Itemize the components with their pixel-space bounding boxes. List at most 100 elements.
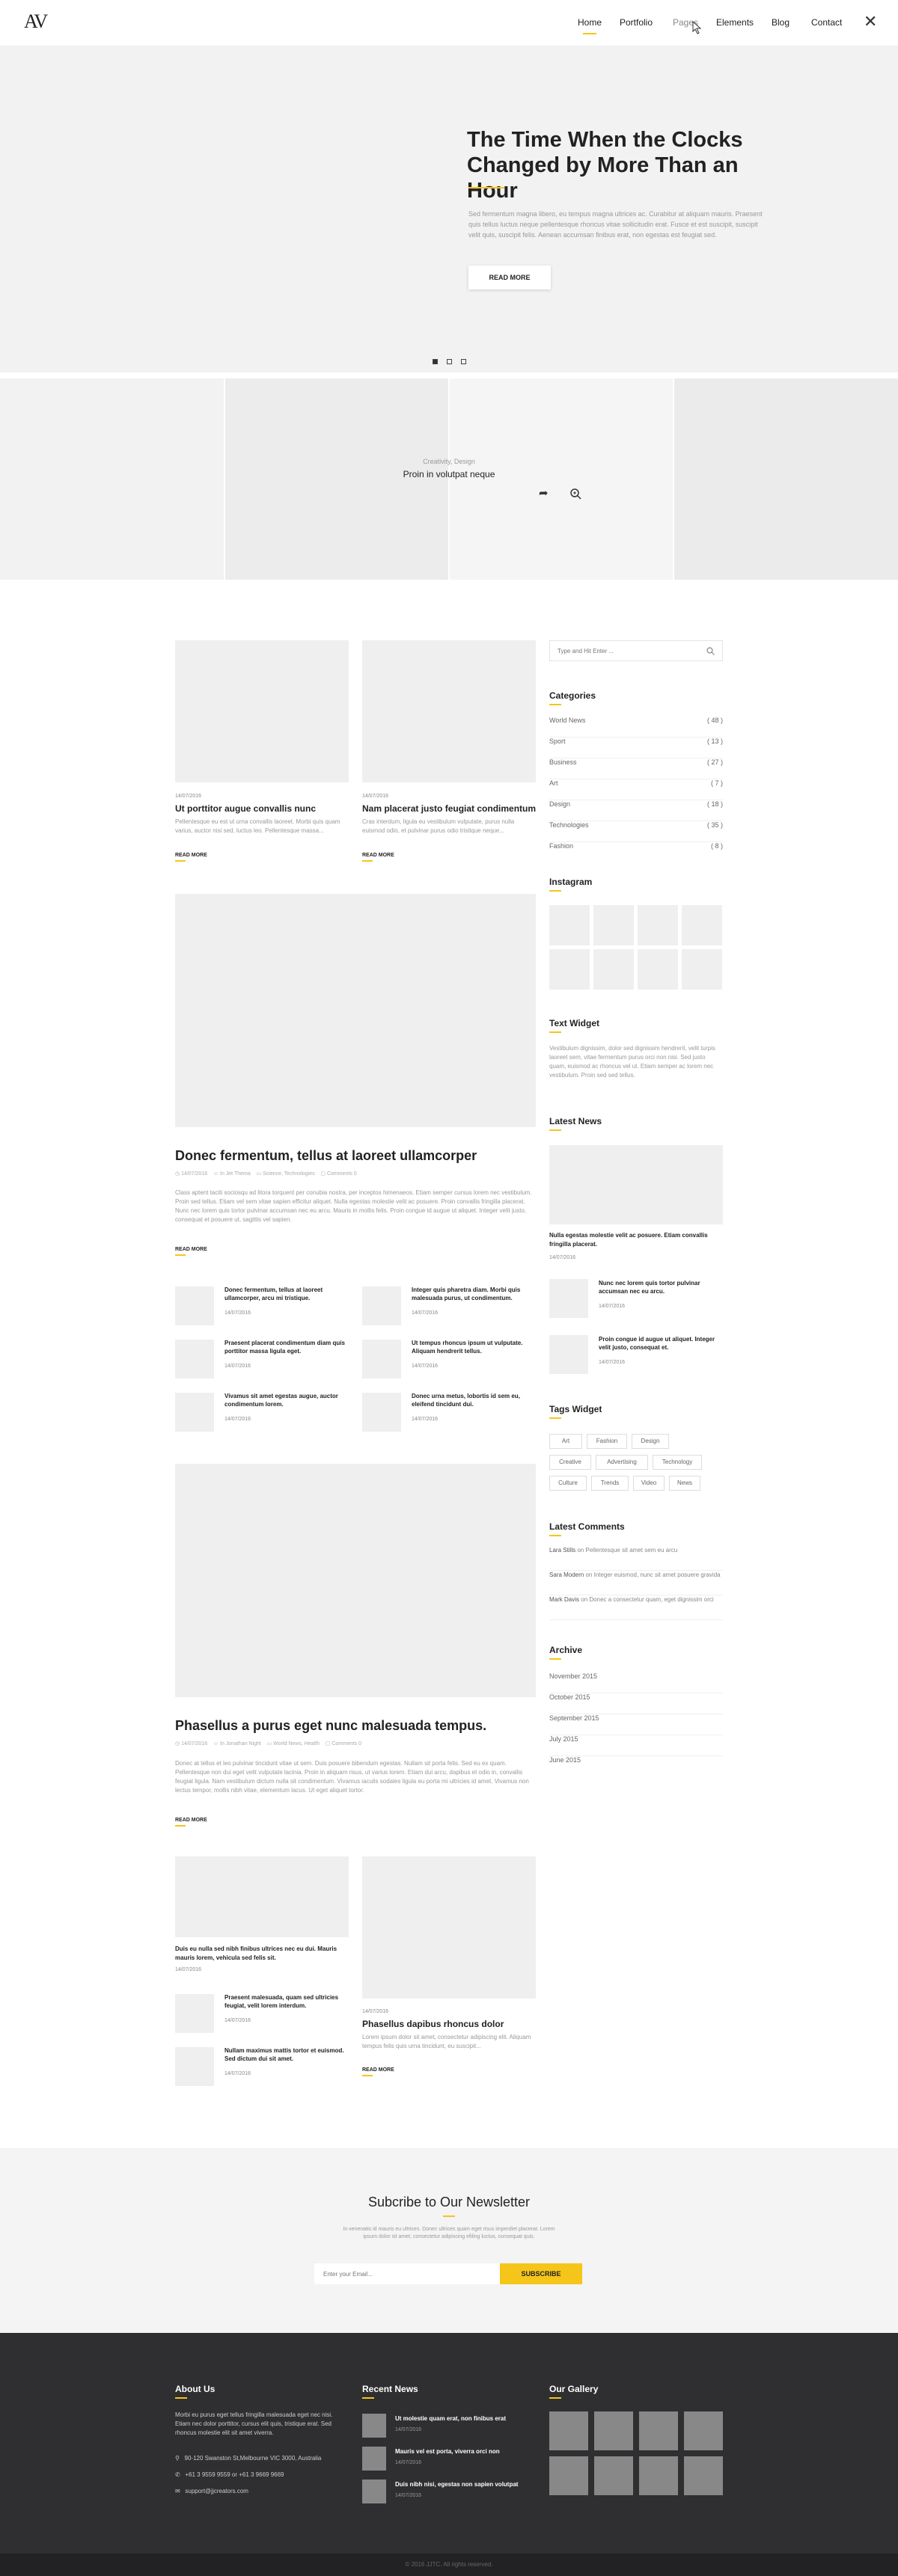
- share-icon[interactable]: ➦: [539, 486, 549, 500]
- read-more-link[interactable]: READ MORE: [362, 2067, 394, 2073]
- post-thumbnail[interactable]: [175, 640, 349, 782]
- slider-dot-3[interactable]: [461, 359, 466, 364]
- subscribe-button[interactable]: SUBSCRIBE: [500, 2263, 582, 2284]
- featured-title[interactable]: Donec fermentum, tellus at laoreet ullam…: [175, 1148, 477, 1164]
- category-item[interactable]: Art ( 7 ): [549, 779, 723, 800]
- recent-news-thumb[interactable]: [362, 2414, 386, 2438]
- gallery-image[interactable]: [549, 2456, 588, 2495]
- post-title[interactable]: Phasellus dapibus rhoncus dolor: [362, 2019, 536, 2029]
- mini-post-title[interactable]: Nullam maximus mattis tortor et euismod.…: [224, 2046, 349, 2063]
- archive-item[interactable]: November 2015: [549, 1672, 723, 1693]
- post-title[interactable]: Ut porttitor augue convallis nunc: [175, 803, 349, 814]
- archive-item[interactable]: July 2015: [549, 1735, 723, 1756]
- nav-contact[interactable]: Contact: [811, 17, 842, 28]
- latest-news-item-title[interactable]: Nunc nec lorem quis tortor pulvinar accu…: [599, 1279, 723, 1295]
- featured-image[interactable]: [175, 1464, 536, 1697]
- instagram-photo[interactable]: [549, 949, 590, 990]
- gallery-image[interactable]: [549, 2411, 588, 2450]
- comment-author[interactable]: Lara Stills: [549, 1547, 575, 1554]
- slider-dot-1[interactable]: [433, 359, 438, 364]
- archive-item[interactable]: June 2015: [549, 1756, 723, 1777]
- category-item[interactable]: Sport ( 13 ): [549, 737, 723, 758]
- gallery-image[interactable]: [594, 2456, 633, 2495]
- post-title[interactable]: Nam placerat justo feugiat condimentum: [362, 803, 542, 814]
- read-more-link[interactable]: READ MORE: [175, 1247, 207, 1252]
- category-item[interactable]: World News ( 48 ): [549, 717, 723, 737]
- tag-item[interactable]: Creative: [549, 1455, 591, 1470]
- featured-title[interactable]: Phasellus a purus eget nunc malesuada te…: [175, 1718, 486, 1734]
- nav-elements[interactable]: Elements: [716, 17, 754, 28]
- instagram-photo[interactable]: [549, 905, 590, 945]
- meta-author[interactable]: In Jet Thema: [220, 1171, 251, 1177]
- recent-news-thumb[interactable]: [362, 2480, 386, 2503]
- tag-item[interactable]: Art: [549, 1434, 582, 1449]
- mini-post-thumb[interactable]: [362, 1393, 401, 1432]
- meta-category[interactable]: Science, Technologies: [263, 1171, 315, 1177]
- search-icon[interactable]: [706, 647, 715, 655]
- meta-category[interactable]: World News, Health: [273, 1741, 320, 1747]
- mini-post-thumb[interactable]: [362, 1340, 401, 1379]
- mini-post-thumb[interactable]: [362, 1287, 401, 1325]
- latest-news-thumb[interactable]: [549, 1279, 588, 1318]
- meta-comments[interactable]: Comments 0: [332, 1741, 361, 1747]
- slider-dot-2[interactable]: [447, 359, 452, 364]
- comment-author[interactable]: Mark Davis: [549, 1596, 579, 1603]
- mini-post-title[interactable]: Donec fermentum, tellus at laoreet ullam…: [224, 1286, 349, 1302]
- tag-item[interactable]: Advertising: [596, 1455, 648, 1470]
- portfolio-item[interactable]: [674, 378, 898, 580]
- latest-news-image[interactable]: [549, 1145, 723, 1224]
- tag-item[interactable]: Culture: [549, 1476, 587, 1491]
- mini-post-title[interactable]: Ut tempus rhoncus ipsum ut vulputate. Al…: [412, 1339, 536, 1355]
- post-thumbnail[interactable]: [362, 1856, 536, 1999]
- latest-news-thumb[interactable]: [549, 1335, 588, 1374]
- instagram-photo[interactable]: [682, 949, 722, 990]
- category-item[interactable]: Technologies ( 35 ): [549, 821, 723, 842]
- instagram-photo[interactable]: [638, 949, 678, 990]
- newsletter-email-input[interactable]: [314, 2263, 500, 2284]
- tag-item[interactable]: Design: [632, 1434, 669, 1449]
- tag-item[interactable]: Video: [633, 1476, 665, 1491]
- latest-news-item-title[interactable]: Proin congue id augue ut aliquet. Intege…: [599, 1335, 723, 1352]
- comment-post-link[interactable]: Pellentesque sit amet sem eu arcu: [586, 1547, 678, 1554]
- mini-post-title[interactable]: Integer quis pharetra diam. Morbi quis m…: [412, 1286, 536, 1302]
- site-logo[interactable]: AV: [24, 10, 48, 33]
- comment-author[interactable]: Sara Modern: [549, 1571, 584, 1578]
- gallery-image[interactable]: [639, 2456, 678, 2495]
- nav-blog[interactable]: Blog: [772, 17, 789, 28]
- nav-portfolio[interactable]: Portfolio: [620, 17, 653, 28]
- mini-post-title[interactable]: Praesent placerat condimentum diam quis …: [224, 1339, 349, 1355]
- archive-item[interactable]: October 2015: [549, 1693, 723, 1714]
- close-icon[interactable]: ✕: [864, 12, 877, 31]
- nav-home[interactable]: Home: [578, 17, 602, 34]
- gallery-image[interactable]: [684, 2456, 723, 2495]
- mini-post-thumb[interactable]: [175, 1393, 214, 1432]
- meta-author[interactable]: In Jonathan Night: [220, 1741, 261, 1747]
- post-thumbnail[interactable]: [362, 640, 536, 782]
- comment-post-link[interactable]: Donec a consectetur quam, eget dignissim…: [589, 1596, 713, 1603]
- tag-item[interactable]: Trends: [591, 1476, 629, 1491]
- category-item[interactable]: Design ( 18 ): [549, 800, 723, 821]
- tag-item[interactable]: Fashion: [587, 1434, 627, 1449]
- recent-news-thumb[interactable]: [362, 2447, 386, 2471]
- gallery-image[interactable]: [684, 2411, 723, 2450]
- mini-post-thumb[interactable]: [175, 1287, 214, 1325]
- category-item[interactable]: Fashion ( 8 ): [549, 842, 723, 863]
- tag-item[interactable]: Technology: [653, 1455, 702, 1470]
- category-item[interactable]: Business ( 27 ): [549, 758, 723, 779]
- meta-comments[interactable]: Comments 0: [327, 1171, 357, 1177]
- archive-item[interactable]: September 2015: [549, 1714, 723, 1735]
- recent-news-title[interactable]: Duis nibh nisi, egestas non sapien volut…: [395, 2480, 537, 2489]
- instagram-photo[interactable]: [638, 905, 678, 945]
- recent-news-title[interactable]: Ut molestie quam erat, non finibus erat: [395, 2414, 530, 2423]
- quote-post-title[interactable]: Duis eu nulla sed nibh finibus ultrices …: [175, 1945, 349, 1963]
- portfolio-title[interactable]: Proin in volutpat neque: [403, 469, 495, 479]
- gallery-image[interactable]: [639, 2411, 678, 2450]
- zoom-icon[interactable]: [569, 488, 581, 500]
- read-more-link[interactable]: READ MORE: [175, 1818, 207, 1823]
- latest-news-headline[interactable]: Nulla egestas molestie velit ac posuere.…: [549, 1231, 723, 1249]
- tag-item[interactable]: News: [669, 1476, 700, 1491]
- mini-post-thumb[interactable]: [175, 1994, 214, 2033]
- portfolio-item[interactable]: [0, 378, 224, 580]
- instagram-photo[interactable]: [593, 905, 634, 945]
- search-input[interactable]: [550, 641, 692, 660]
